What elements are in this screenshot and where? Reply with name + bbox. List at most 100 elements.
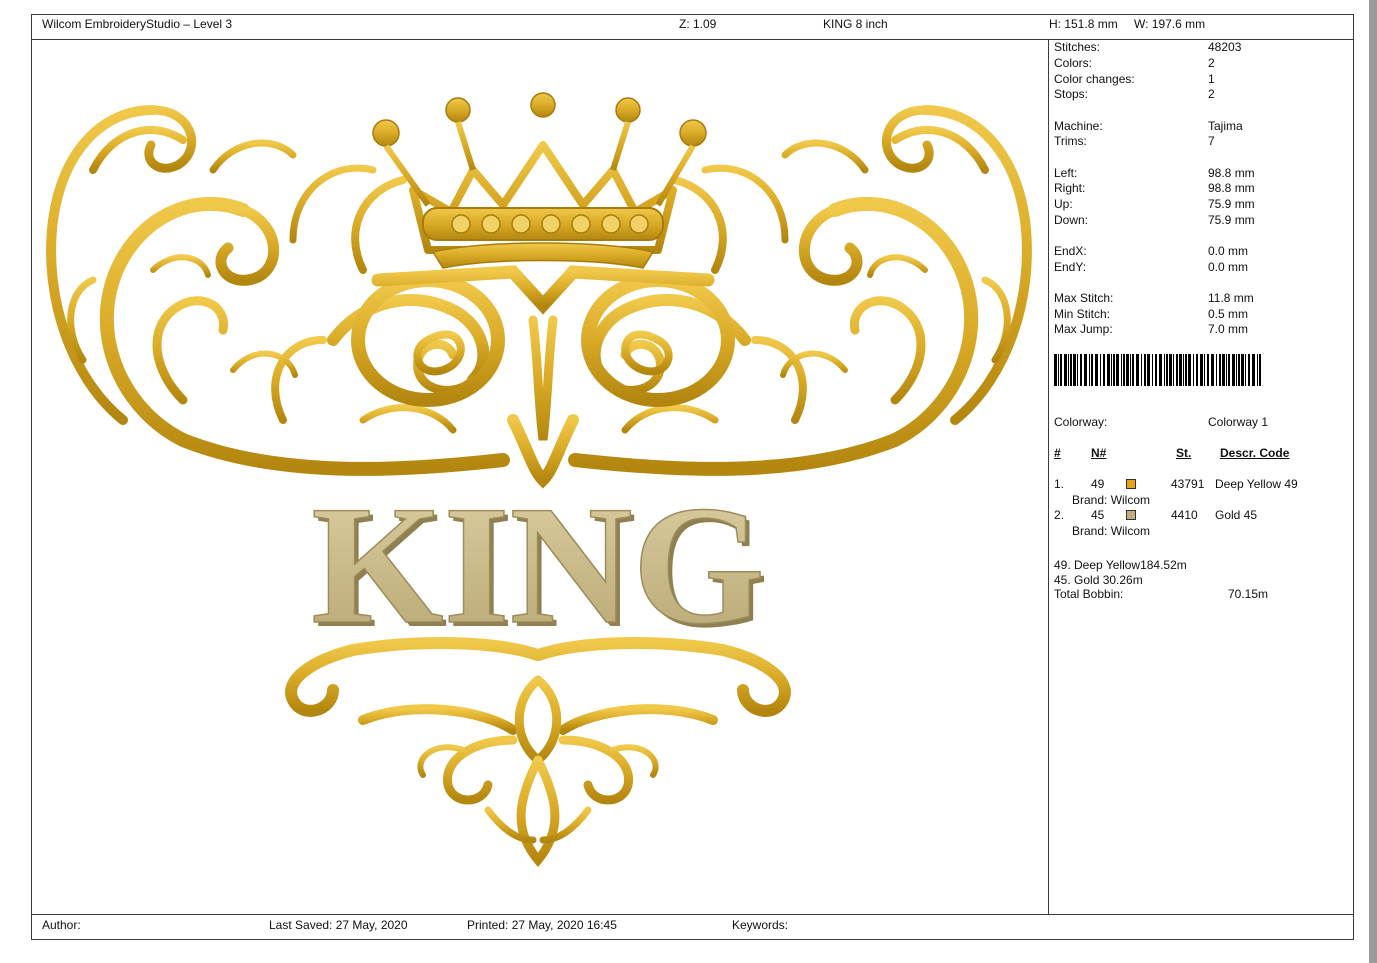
stat-value: Tajima <box>1208 119 1243 133</box>
barcode-bar <box>1238 354 1240 386</box>
barcode-bar <box>1132 354 1134 386</box>
barcode-bar <box>1159 354 1162 386</box>
stat-value: 75.9 mm <box>1208 213 1255 227</box>
barcode-bar <box>1147 354 1150 386</box>
king-text: KING <box>311 471 764 659</box>
barcode-bar <box>1252 354 1255 386</box>
author-label: Author: <box>42 918 81 932</box>
barcode-bar <box>1179 354 1182 386</box>
barcode-bar <box>1130 354 1131 386</box>
thread-brand: Brand: Wilcom <box>1072 524 1151 538</box>
stat-label: Machine: <box>1054 119 1103 133</box>
barcode-bar <box>1058 354 1059 386</box>
stat-label: Max Stitch: <box>1054 291 1114 305</box>
barcode-bar <box>1222 354 1225 386</box>
bobbin-value: 70.15m <box>1228 587 1269 601</box>
barcode-bar <box>1155 354 1157 386</box>
header-bar: Wilcom EmbroideryStudio – Level 3 Z: 1.0… <box>32 15 1353 40</box>
barcode-bar <box>1064 354 1067 386</box>
barcode-bar <box>1232 354 1235 386</box>
stat-label: EndY: <box>1054 260 1087 274</box>
printed-date: Printed: 27 May, 2020 16:45 <box>467 918 617 932</box>
column-header-descr: Descr. Code <box>1220 446 1290 460</box>
thread-stitches: 43791 <box>1171 477 1205 491</box>
barcode-bar <box>1248 354 1250 386</box>
barcode-bar <box>1173 354 1174 386</box>
barcode-bar <box>1123 354 1125 386</box>
left-flourish <box>51 110 503 469</box>
barcode-bar <box>1164 354 1165 386</box>
column-header-num: # <box>1054 446 1061 460</box>
embroidery-design-svg: KING KING <box>33 92 1047 868</box>
bobbin-label: Total Bobbin: <box>1054 587 1124 601</box>
barcode-bar <box>1136 354 1139 386</box>
barcode-bar <box>1216 354 1217 386</box>
thread-index: 2. <box>1054 508 1065 522</box>
colorway-value: Colorway 1 <box>1208 415 1269 429</box>
barcode-bar <box>1245 354 1246 386</box>
barcode-bar <box>1095 354 1098 386</box>
barcode-bar <box>1080 354 1082 386</box>
barcode-bar <box>1211 354 1214 386</box>
thread-description: Gold 45 <box>1215 508 1258 522</box>
barcode-bar <box>1259 354 1261 386</box>
stat-value: 1 <box>1208 72 1215 86</box>
stat-label: Up: <box>1054 197 1073 211</box>
barcode-bar <box>1152 354 1153 386</box>
barcode-bar <box>1113 354 1115 386</box>
barcode-bar <box>1176 354 1178 386</box>
scrollbar-edge[interactable] <box>1369 0 1377 963</box>
footer-bar: Author: Last Saved: 27 May, 2020 Printed… <box>32 914 1353 939</box>
barcode-bar <box>1089 354 1090 386</box>
stat-label: Trims: <box>1054 134 1087 148</box>
thread-number: 49 <box>1091 477 1105 491</box>
barcode-bar <box>1084 354 1087 386</box>
app-title: Wilcom EmbroideryStudio – Level 3 <box>42 17 233 31</box>
stat-label: Right: <box>1054 181 1086 195</box>
king-lettering: KING KING <box>311 470 769 663</box>
barcode-bar <box>1183 354 1184 386</box>
usage-line-1: 49. Deep Yellow184.52m <box>1054 558 1187 572</box>
barcode-bar <box>1257 354 1258 386</box>
bottom-flourish <box>285 637 791 868</box>
barcode-bar <box>1169 354 1172 386</box>
barcode-bar <box>1107 354 1110 386</box>
barcode-bar <box>1091 354 1093 386</box>
barcode-bar <box>1126 354 1129 386</box>
barcode-bar <box>1188 354 1191 386</box>
barcode-bar <box>1228 354 1230 386</box>
column-header-st: St. <box>1176 446 1192 460</box>
barcode-bar <box>1068 354 1069 386</box>
stat-label: Min Stitch: <box>1054 307 1111 321</box>
stat-label: Max Jump: <box>1054 322 1113 336</box>
barcode-bar <box>1196 354 1198 386</box>
thread-brand: Brand: Wilcom <box>1072 493 1151 507</box>
stat-value: 0.5 mm <box>1208 307 1249 321</box>
stat-value: 98.8 mm <box>1208 181 1255 195</box>
barcode-bar <box>1200 354 1203 386</box>
barcode-bar <box>1226 354 1227 386</box>
stat-label: Down: <box>1054 213 1089 227</box>
stat-value: 2 <box>1208 87 1215 101</box>
barcode-bar <box>1054 354 1057 386</box>
stat-value: 2 <box>1208 56 1215 70</box>
panel-divider <box>1048 39 1049 915</box>
thread-stitches: 4410 <box>1171 508 1198 522</box>
crown-icon <box>372 92 707 269</box>
barcode-bar <box>1100 354 1101 386</box>
zoom-level: Z: 1.09 <box>679 17 717 31</box>
barcode-bar <box>1141 354 1142 386</box>
barcode-bar <box>1241 354 1244 386</box>
stat-label: Stops: <box>1054 87 1089 101</box>
stat-value: 75.9 mm <box>1208 197 1255 211</box>
stat-value: 0.0 mm <box>1208 260 1249 274</box>
stat-label: Color changes: <box>1054 72 1135 86</box>
stat-value: 98.8 mm <box>1208 166 1255 180</box>
barcode-bar <box>1060 354 1062 386</box>
barcode-bar <box>1193 354 1194 386</box>
barcode-bar <box>1204 354 1205 386</box>
barcode-bar <box>1185 354 1187 386</box>
thread-color-swatch <box>1126 479 1136 489</box>
last-saved: Last Saved: 27 May, 2020 <box>269 918 408 932</box>
barcode-bar <box>1077 354 1078 386</box>
